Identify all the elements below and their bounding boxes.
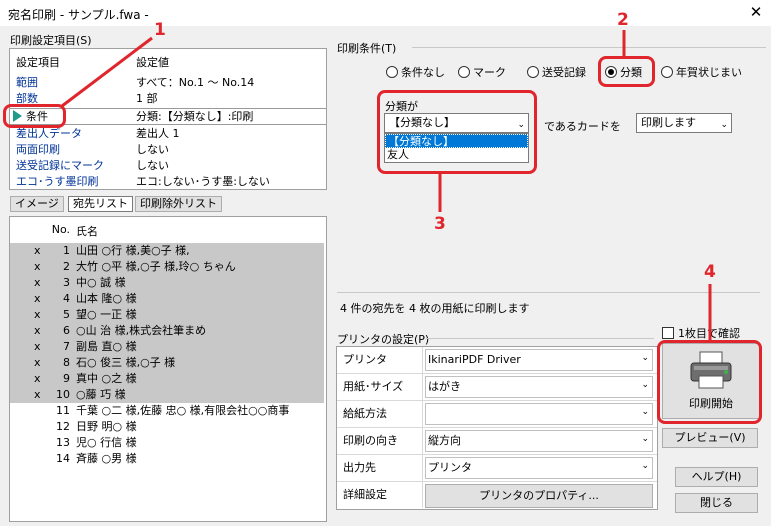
annotation-label-3: 3 — [434, 214, 446, 234]
annotation-label-2: 2 — [617, 10, 629, 30]
annotation-label-4: 4 — [704, 262, 716, 282]
annotation-label-1: 1 — [154, 20, 166, 40]
annotation-lines — [61, 30, 712, 340]
annotation-line-1 — [61, 36, 153, 108]
